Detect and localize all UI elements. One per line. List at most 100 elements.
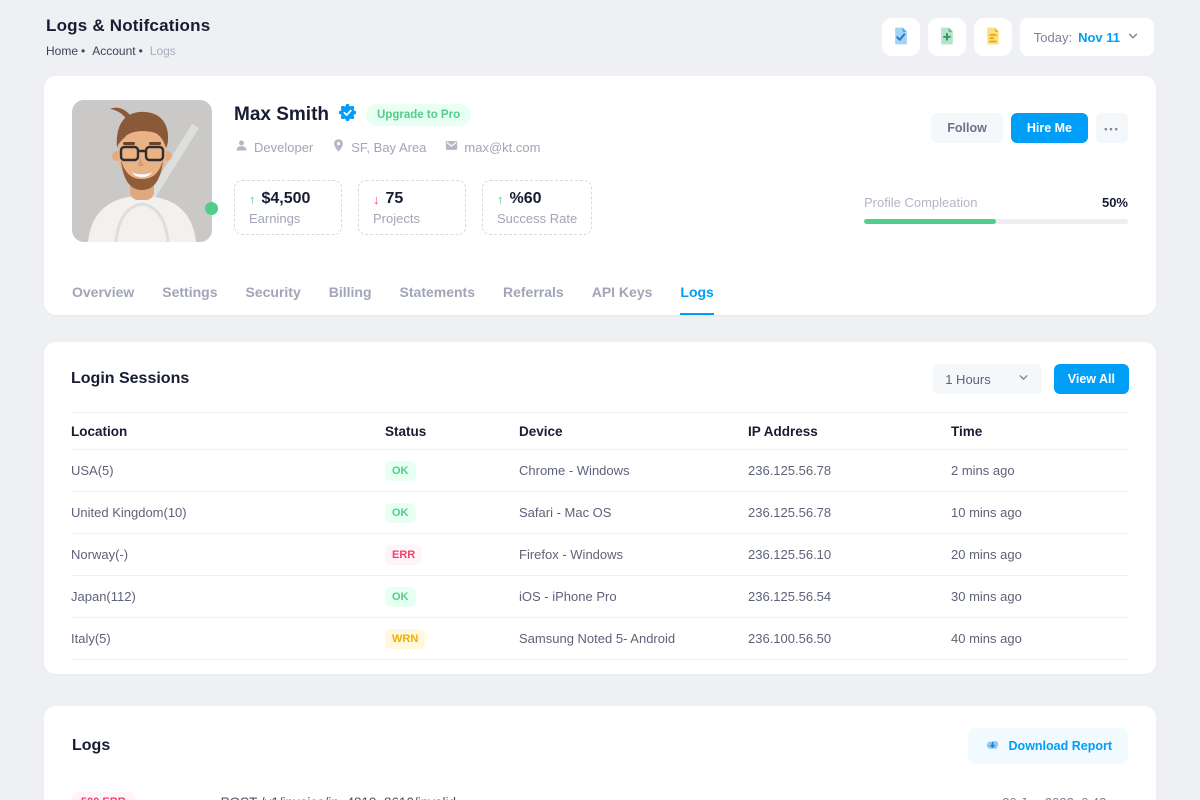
column-header: Time — [951, 424, 1129, 439]
profile-actions: Follow Hire Me — [931, 113, 1128, 143]
status-cell: ERR — [385, 545, 519, 565]
column-header: Location — [71, 424, 385, 439]
tab[interactable]: Referrals — [503, 284, 564, 315]
status-cell: OK — [385, 461, 519, 481]
tab[interactable]: Overview — [72, 284, 134, 315]
profile-tabs: Overview Settings Security Billing Statement… — [72, 284, 714, 315]
status-badge: WRN — [385, 629, 425, 649]
cloud-download-icon — [984, 736, 1001, 756]
breadcrumb-item[interactable]: Logs — [150, 44, 176, 58]
date-label: Today: — [1034, 30, 1072, 45]
tab[interactable]: Logs — [680, 284, 713, 315]
view-all-button[interactable]: View All — [1054, 364, 1129, 394]
verified-badge-icon — [338, 103, 357, 127]
hours-filter-value: 1 Hours — [945, 372, 991, 387]
ip-address-cell: 236.125.56.10 — [748, 547, 951, 562]
file-check-button[interactable] — [882, 18, 920, 56]
tab[interactable]: Billing — [329, 284, 372, 315]
profile-stats: $4,500 Earnings 75 Projects %60 Success … — [234, 180, 592, 235]
topbar: Logs & Notifcations HomeAccountLogs Toda… — [0, 0, 1200, 76]
progress-bar — [864, 219, 1128, 224]
logs-list: 500 ERR POST /v1/invoice/in_4819_8610/in… — [72, 792, 1128, 800]
device-cell: Chrome - Windows — [519, 463, 748, 478]
table-row: United Kingdom(10) OK Safari - Mac OS 23… — [71, 492, 1129, 534]
chevron-down-icon — [1017, 371, 1030, 387]
ip-address-cell: 236.125.56.78 — [748, 505, 951, 520]
table-row: Italy(5) WRN Samsung Noted 5- Android 23… — [71, 618, 1129, 660]
time-cell: 30 mins ago — [951, 589, 1129, 604]
logs-card: Logs Download Report 500 ERR POST /v1/in… — [44, 706, 1156, 800]
ip-address-cell: 236.125.56.54 — [748, 589, 951, 604]
tab[interactable]: Statements — [400, 284, 475, 315]
file-check-icon — [891, 26, 911, 49]
file-lines-button[interactable] — [974, 18, 1012, 56]
topbar-actions: Today: Nov 11 — [882, 18, 1154, 56]
logs-title: Logs — [72, 737, 110, 755]
login-sessions-card: Login Sessions 1 Hours View All Location… — [44, 342, 1156, 674]
login-sessions-title: Login Sessions — [71, 370, 189, 388]
status-badge: OK — [385, 461, 416, 481]
time-cell: 10 mins ago — [951, 505, 1129, 520]
location-cell: Norway(-) — [71, 547, 385, 562]
stat-label: Earnings — [249, 211, 327, 226]
chevron-down-icon — [1126, 29, 1140, 46]
status-cell: WRN — [385, 629, 519, 649]
stat-value: $4,500 — [249, 190, 327, 208]
date-value: Nov 11 — [1078, 30, 1120, 45]
stat-value: 75 — [373, 190, 451, 208]
ip-address-cell: 236.125.56.78 — [748, 463, 951, 478]
log-timestamp: 20 Jun 2022, 6:43 am — [1002, 795, 1128, 800]
page-heading: Logs & Notifcations HomeAccountLogs — [46, 16, 210, 58]
location-cell: Japan(112) — [71, 589, 385, 604]
download-report-button[interactable]: Download Report — [968, 728, 1128, 764]
page-title: Logs & Notifcations — [46, 16, 210, 36]
time-cell: 40 mins ago — [951, 631, 1129, 646]
device-cell: Firefox - Windows — [519, 547, 748, 562]
follow-button[interactable]: Follow — [931, 113, 1003, 143]
time-cell: 2 mins ago — [951, 463, 1129, 478]
download-report-label: Download Report — [1009, 739, 1112, 753]
upgrade-to-pro-badge[interactable]: Upgrade to Pro — [366, 104, 471, 126]
sessions-table-header: LocationStatusDeviceIP AddressTime — [71, 412, 1129, 450]
device-cell: iOS - iPhone Pro — [519, 589, 748, 604]
breadcrumb-item[interactable]: Account — [92, 44, 150, 58]
profile-meta: Developer SF, Bay Area max@kt.com — [234, 138, 592, 156]
breadcrumb-item[interactable]: Home — [46, 44, 92, 58]
profile-role-label: Developer — [254, 140, 313, 155]
user-icon — [234, 138, 249, 156]
hours-filter-select[interactable]: 1 Hours — [933, 364, 1042, 394]
profile-card: Max Smith Upgrade to Pro Developer — [44, 76, 1156, 315]
table-row: USA(5) OK Chrome - Windows 236.125.56.78… — [71, 450, 1129, 492]
table-row: Norway(-) ERR Firefox - Windows 236.125.… — [71, 534, 1129, 576]
status-badge: OK — [385, 503, 416, 523]
log-status-badge: 500 ERR — [72, 792, 135, 800]
tab[interactable]: Settings — [162, 284, 217, 315]
location-cell: United Kingdom(10) — [71, 505, 385, 520]
progress-label: Profile Compleation — [864, 195, 977, 210]
breadcrumb: HomeAccountLogs — [46, 44, 210, 58]
location-cell: USA(5) — [71, 463, 385, 478]
profile-location: SF, Bay Area — [331, 138, 426, 156]
file-lines-icon — [983, 26, 1003, 49]
tab[interactable]: API Keys — [592, 284, 653, 315]
status-cell: OK — [385, 587, 519, 607]
hire-me-button[interactable]: Hire Me — [1011, 113, 1088, 143]
log-row: 500 ERR POST /v1/invoice/in_4819_8610/in… — [72, 792, 1128, 800]
progress-bar-fill — [864, 219, 996, 224]
stat-box: %60 Success Rate — [482, 180, 592, 235]
ellipsis-icon — [1104, 121, 1119, 135]
more-options-button[interactable] — [1096, 113, 1128, 143]
column-header: Device — [519, 424, 748, 439]
status-badge: ERR — [385, 545, 422, 565]
location-cell: Italy(5) — [71, 631, 385, 646]
ip-address-cell: 236.100.56.50 — [748, 631, 951, 646]
log-message: POST /v1/invoice/in_4819_8610/invalid — [221, 795, 456, 800]
profile-completion: Profile Compleation 50% — [864, 195, 1128, 224]
stat-box: 75 Projects — [358, 180, 466, 235]
file-plus-button[interactable] — [928, 18, 966, 56]
date-selector[interactable]: Today: Nov 11 — [1020, 18, 1154, 56]
mail-icon — [444, 138, 459, 156]
tab[interactable]: Security — [246, 284, 301, 315]
status-badge: OK — [385, 587, 416, 607]
profile-role: Developer — [234, 138, 313, 156]
